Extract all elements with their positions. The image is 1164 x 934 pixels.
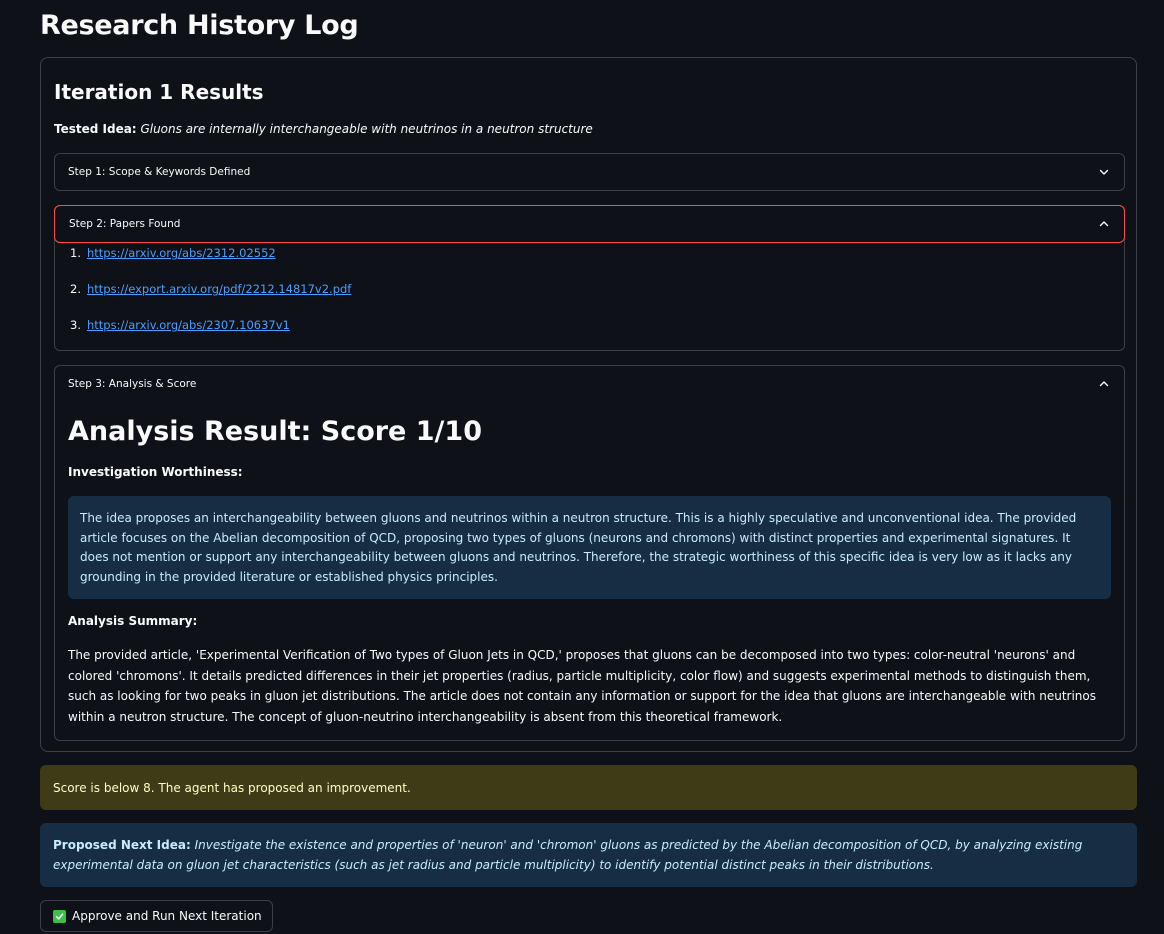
expander-step-2-label: Step 2: Papers Found (69, 218, 181, 230)
approve-run-next-button[interactable]: Approve and Run Next Iteration (40, 900, 273, 932)
expander-step-1: Step 1: Scope & Keywords Defined (54, 153, 1125, 191)
chevron-up-icon (1098, 378, 1110, 390)
tested-idea: Tested Idea: Gluons are internally inter… (54, 121, 593, 137)
expander-step-3-header[interactable]: Step 3: Analysis & Score (55, 366, 1124, 402)
list-item: 2. https://export.arxiv.org/pdf/2212.148… (70, 282, 351, 318)
expander-step-1-label: Step 1: Scope & Keywords Defined (68, 166, 251, 178)
iteration-title: Iteration 1 Results (54, 80, 264, 104)
paper-number: 1. (70, 246, 81, 260)
next-idea-label: Proposed Next Idea: (53, 838, 191, 852)
tested-idea-label: Tested Idea: (54, 122, 137, 136)
chevron-up-icon (1098, 218, 1110, 230)
next-idea-value: Investigate the existence and properties… (53, 838, 1083, 872)
paper-link[interactable]: https://arxiv.org/abs/2312.02552 (87, 246, 276, 260)
worthiness-heading: Investigation Worthiness: (68, 465, 243, 479)
iteration-card: Iteration 1 Results Tested Idea: Gluons … (40, 57, 1137, 752)
score-warning-box: Score is below 8. The agent has proposed… (40, 765, 1137, 810)
check-mark-icon (53, 909, 66, 923)
list-item: 1. https://arxiv.org/abs/2312.02552 (70, 246, 351, 282)
tested-idea-value: Gluons are internally interchangeable wi… (140, 122, 593, 136)
worthiness-info-box: The idea proposes an interchangeability … (68, 496, 1111, 599)
paper-list: 1. https://arxiv.org/abs/2312.02552 2. h… (70, 246, 351, 354)
expander-step-1-header[interactable]: Step 1: Scope & Keywords Defined (55, 154, 1124, 190)
expander-step-3: Step 3: Analysis & Score Analysis Result… (54, 365, 1125, 741)
analysis-result-title: Analysis Result: Score 1/10 (68, 416, 482, 447)
paper-link[interactable]: https://arxiv.org/abs/2307.10637v1 (87, 318, 290, 332)
summary-heading: Analysis Summary: (68, 614, 198, 628)
paper-link[interactable]: https://export.arxiv.org/pdf/2212.14817v… (87, 282, 351, 296)
summary-text: The provided article, 'Experimental Veri… (68, 648, 1097, 724)
expander-step-2-header[interactable]: Step 2: Papers Found (54, 205, 1125, 243)
list-item: 3. https://arxiv.org/abs/2307.10637v1 (70, 318, 351, 354)
approve-button-label: Approve and Run Next Iteration (72, 909, 262, 923)
paper-number: 3. (70, 318, 81, 332)
expander-step-3-label: Step 3: Analysis & Score (68, 378, 197, 390)
page-title: Research History Log (40, 10, 359, 41)
proposed-next-idea-box: Proposed Next Idea: Investigate the exis… (40, 823, 1137, 887)
paper-number: 2. (70, 282, 81, 296)
chevron-down-icon (1098, 166, 1110, 178)
page: Research History Log Iteration 1 Results… (0, 0, 1164, 934)
expander-step-2: Step 2: Papers Found 1. https://arxiv.or… (54, 205, 1125, 351)
score-warning-text: Score is below 8. The agent has proposed… (53, 780, 411, 795)
